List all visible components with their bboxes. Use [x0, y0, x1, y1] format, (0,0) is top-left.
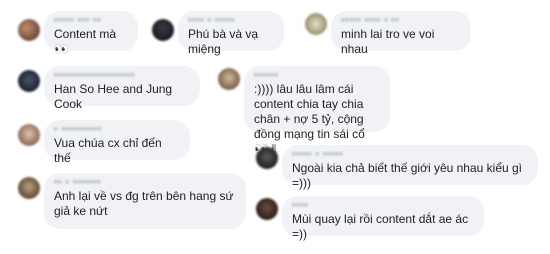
comment-text: Phú bà và vạ miệng	[188, 27, 259, 56]
comment-bubble: ▪▪▪▪▪▪▪▪▪▪▪▪▪▪▪▪▪▪▪▪ Han So Hee and Jung…	[44, 66, 200, 111]
comment-bubble: ▪▪▪▪▪ ▪ ▪▪▪▪▪ Ngoài kia chả biết thế giớ…	[282, 145, 538, 190]
commenter-name[interactable]: ▪ ▪▪▪▪▪▪▪▪▪▪	[54, 124, 180, 136]
avatar[interactable]	[305, 13, 327, 35]
avatar[interactable]	[218, 68, 240, 90]
commenter-name[interactable]: ▪▪▪▪▪▪	[254, 70, 380, 82]
comment-bubble: ▪ ▪▪▪▪▪▪▪▪▪▪ Vua chúa cx chỉ đến thế	[44, 120, 190, 165]
comment-bubble: ▪▪ ▪ ▪▪▪▪▪▪▪ Anh lại về vs đg trên bên h…	[44, 173, 246, 229]
comment-bubble: ▪▪▪▪▪▪ :)))) lâu lâu lâm cái content chi…	[244, 66, 390, 156]
comment-bubble: ▪▪▪▪▪ ▪▪▪ ▪▪ Content mà 👀	[44, 11, 138, 56]
comment-text: minh lai tro ve voi nhau	[341, 27, 435, 56]
comment-text: Content mà 👀	[54, 27, 117, 56]
avatar[interactable]	[256, 147, 278, 169]
commenter-name[interactable]: ▪▪▪▪▪ ▪ ▪▪▪▪▪	[292, 149, 528, 161]
comment-bubble: ▪▪▪▪ ▪ ▪▪▪▪▪ Phú bà và vạ miệng	[178, 11, 284, 56]
commenter-name[interactable]: ▪▪▪▪▪ ▪▪▪ ▪▪	[54, 15, 128, 27]
comment-bubble: ▪▪▪▪▪ ▪▪▪▪ ▪ ▪▪ minh lai tro ve voi nhau	[331, 11, 471, 56]
comment-text: Anh lại về vs đg trên bên hang sứ giả ke…	[54, 189, 234, 218]
commenter-name[interactable]: ▪▪▪▪ ▪ ▪▪▪▪▪	[188, 15, 274, 27]
comment-text: Ngoài kia chả biết thế giới yêu nhau kiể…	[292, 161, 523, 190]
avatar[interactable]	[256, 198, 278, 220]
commenter-name[interactable]: ▪▪▪▪▪ ▪▪▪▪ ▪ ▪▪	[341, 15, 461, 27]
avatar[interactable]	[18, 124, 40, 146]
avatar[interactable]	[18, 177, 40, 199]
avatar[interactable]	[152, 19, 174, 41]
commenter-name[interactable]: ▪▪ ▪ ▪▪▪▪▪▪▪	[54, 177, 236, 189]
commenter-name[interactable]: ▪▪▪▪	[292, 200, 474, 212]
comment-text: Mùi quay lại rồi content dắt ae ác =))	[292, 212, 469, 241]
comment-bubble: ▪▪▪▪ Mùi quay lại rồi content dắt ae ác …	[282, 196, 484, 241]
comment-text: Han So Hee and Jung Cook	[54, 82, 173, 111]
commenter-name[interactable]: ▪▪▪▪▪▪▪▪▪▪▪▪▪▪▪▪▪▪▪▪	[54, 70, 190, 82]
avatar[interactable]	[18, 70, 40, 92]
comment-text: Vua chúa cx chỉ đến thế	[54, 136, 162, 165]
avatar[interactable]	[18, 19, 40, 41]
